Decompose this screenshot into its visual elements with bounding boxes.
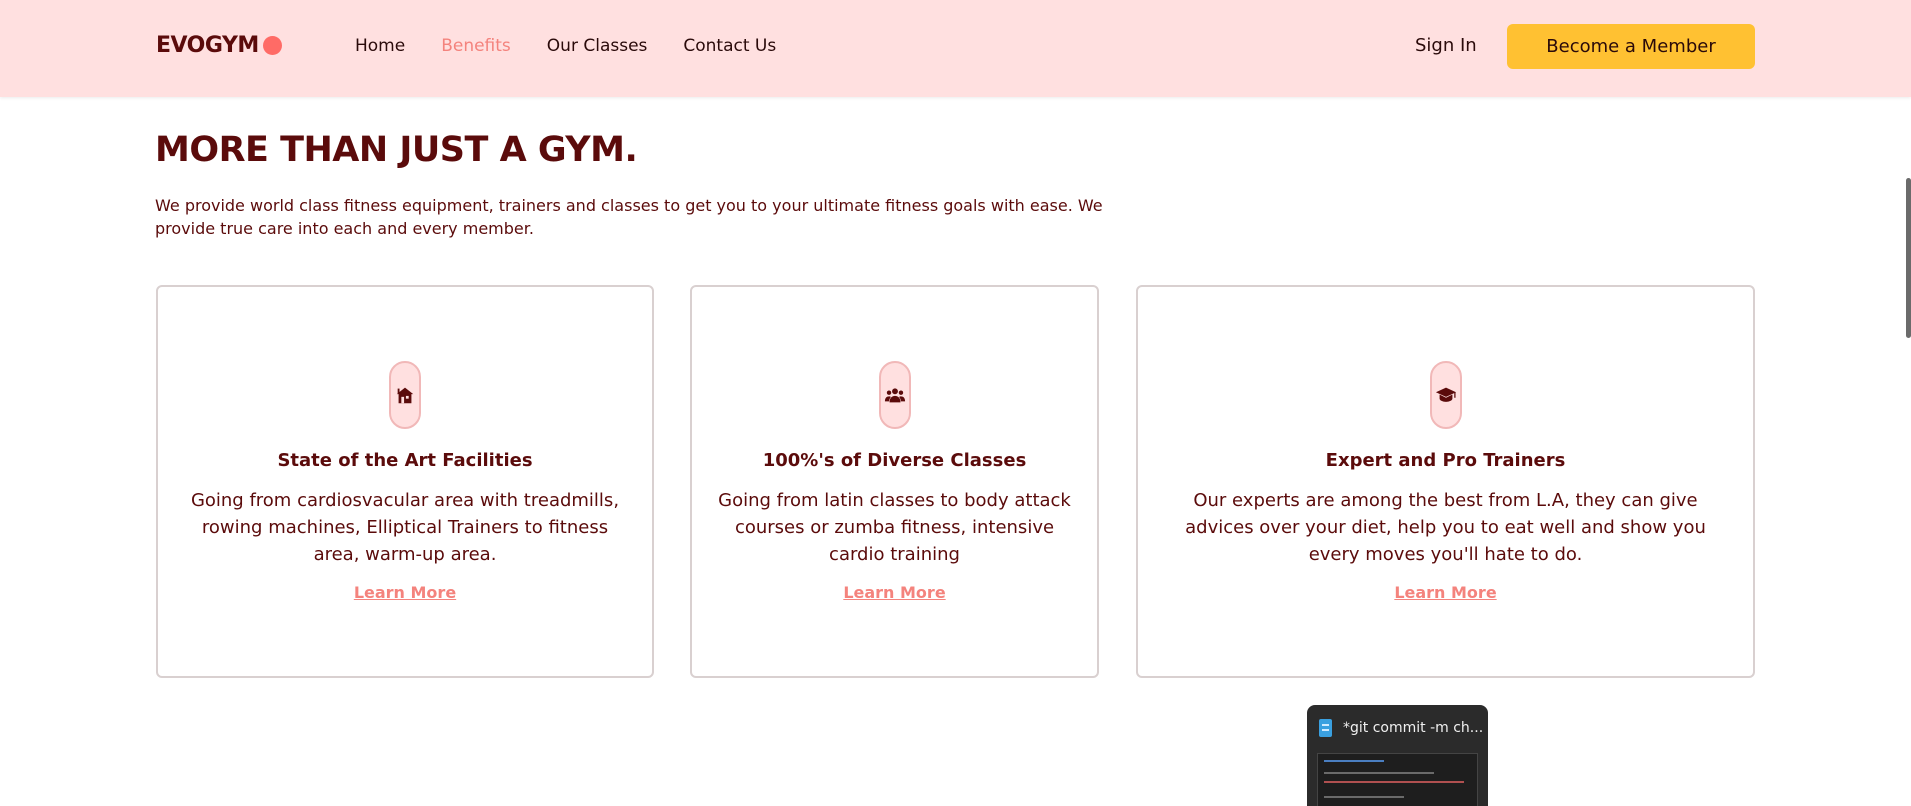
learn-more-link[interactable]: Learn More bbox=[1138, 583, 1753, 602]
logo-text: EVOGYM bbox=[156, 33, 259, 58]
text-file-icon bbox=[1319, 719, 1332, 737]
benefit-card: State of the Art Facilities Going from c… bbox=[156, 285, 654, 678]
card-text: Going from latin classes to body attack … bbox=[718, 490, 1071, 565]
learn-more-link[interactable]: Learn More bbox=[692, 583, 1097, 602]
nav-link-benefits[interactable]: Benefits bbox=[441, 36, 511, 56]
nav-links: Home Benefits Our Classes Contact Us bbox=[355, 36, 812, 56]
sign-in-link[interactable]: Sign In bbox=[1415, 35, 1477, 56]
navbar: EVOGYM Home Benefits Our Classes Contact… bbox=[0, 0, 1911, 97]
benefit-card: 100%'s of Diverse Classes Going from lat… bbox=[690, 285, 1099, 678]
graduation-cap-icon bbox=[1429, 361, 1462, 429]
nav-link-contact-us[interactable]: Contact Us bbox=[683, 36, 776, 56]
logo-dot-icon bbox=[262, 36, 282, 55]
logo[interactable]: EVOGYM bbox=[156, 33, 282, 58]
home-building-icon bbox=[389, 361, 421, 429]
nav-link-our-classes[interactable]: Our Classes bbox=[547, 36, 648, 56]
card-text: Our experts are among the best from L.A,… bbox=[1185, 490, 1706, 565]
user-group-icon bbox=[878, 361, 911, 429]
scrollbar-thumb[interactable] bbox=[1906, 178, 1911, 338]
card-title: State of the Art Facilities bbox=[277, 450, 533, 471]
preview-header: *git commit -m ch... bbox=[1319, 719, 1483, 737]
become-member-button[interactable]: Become a Member bbox=[1507, 24, 1755, 69]
learn-more-link[interactable]: Learn More bbox=[158, 583, 652, 602]
nav-link-home[interactable]: Home bbox=[355, 36, 405, 56]
benefit-card: Expert and Pro Trainers Our experts are … bbox=[1136, 285, 1755, 678]
card-text: Going from cardiosvacular area with trea… bbox=[190, 490, 620, 565]
preview-title: *git commit -m ch... bbox=[1343, 720, 1484, 736]
section-intro: We provide world class fitness equipment… bbox=[155, 196, 1103, 238]
card-title: Expert and Pro Trainers bbox=[1325, 450, 1566, 471]
taskbar-window-preview[interactable]: *git commit -m ch... bbox=[1307, 705, 1488, 806]
section-title: MORE THAN JUST A GYM. bbox=[155, 130, 638, 170]
preview-thumbnail bbox=[1317, 753, 1478, 806]
card-title: 100%'s of Diverse Classes bbox=[762, 450, 1027, 471]
